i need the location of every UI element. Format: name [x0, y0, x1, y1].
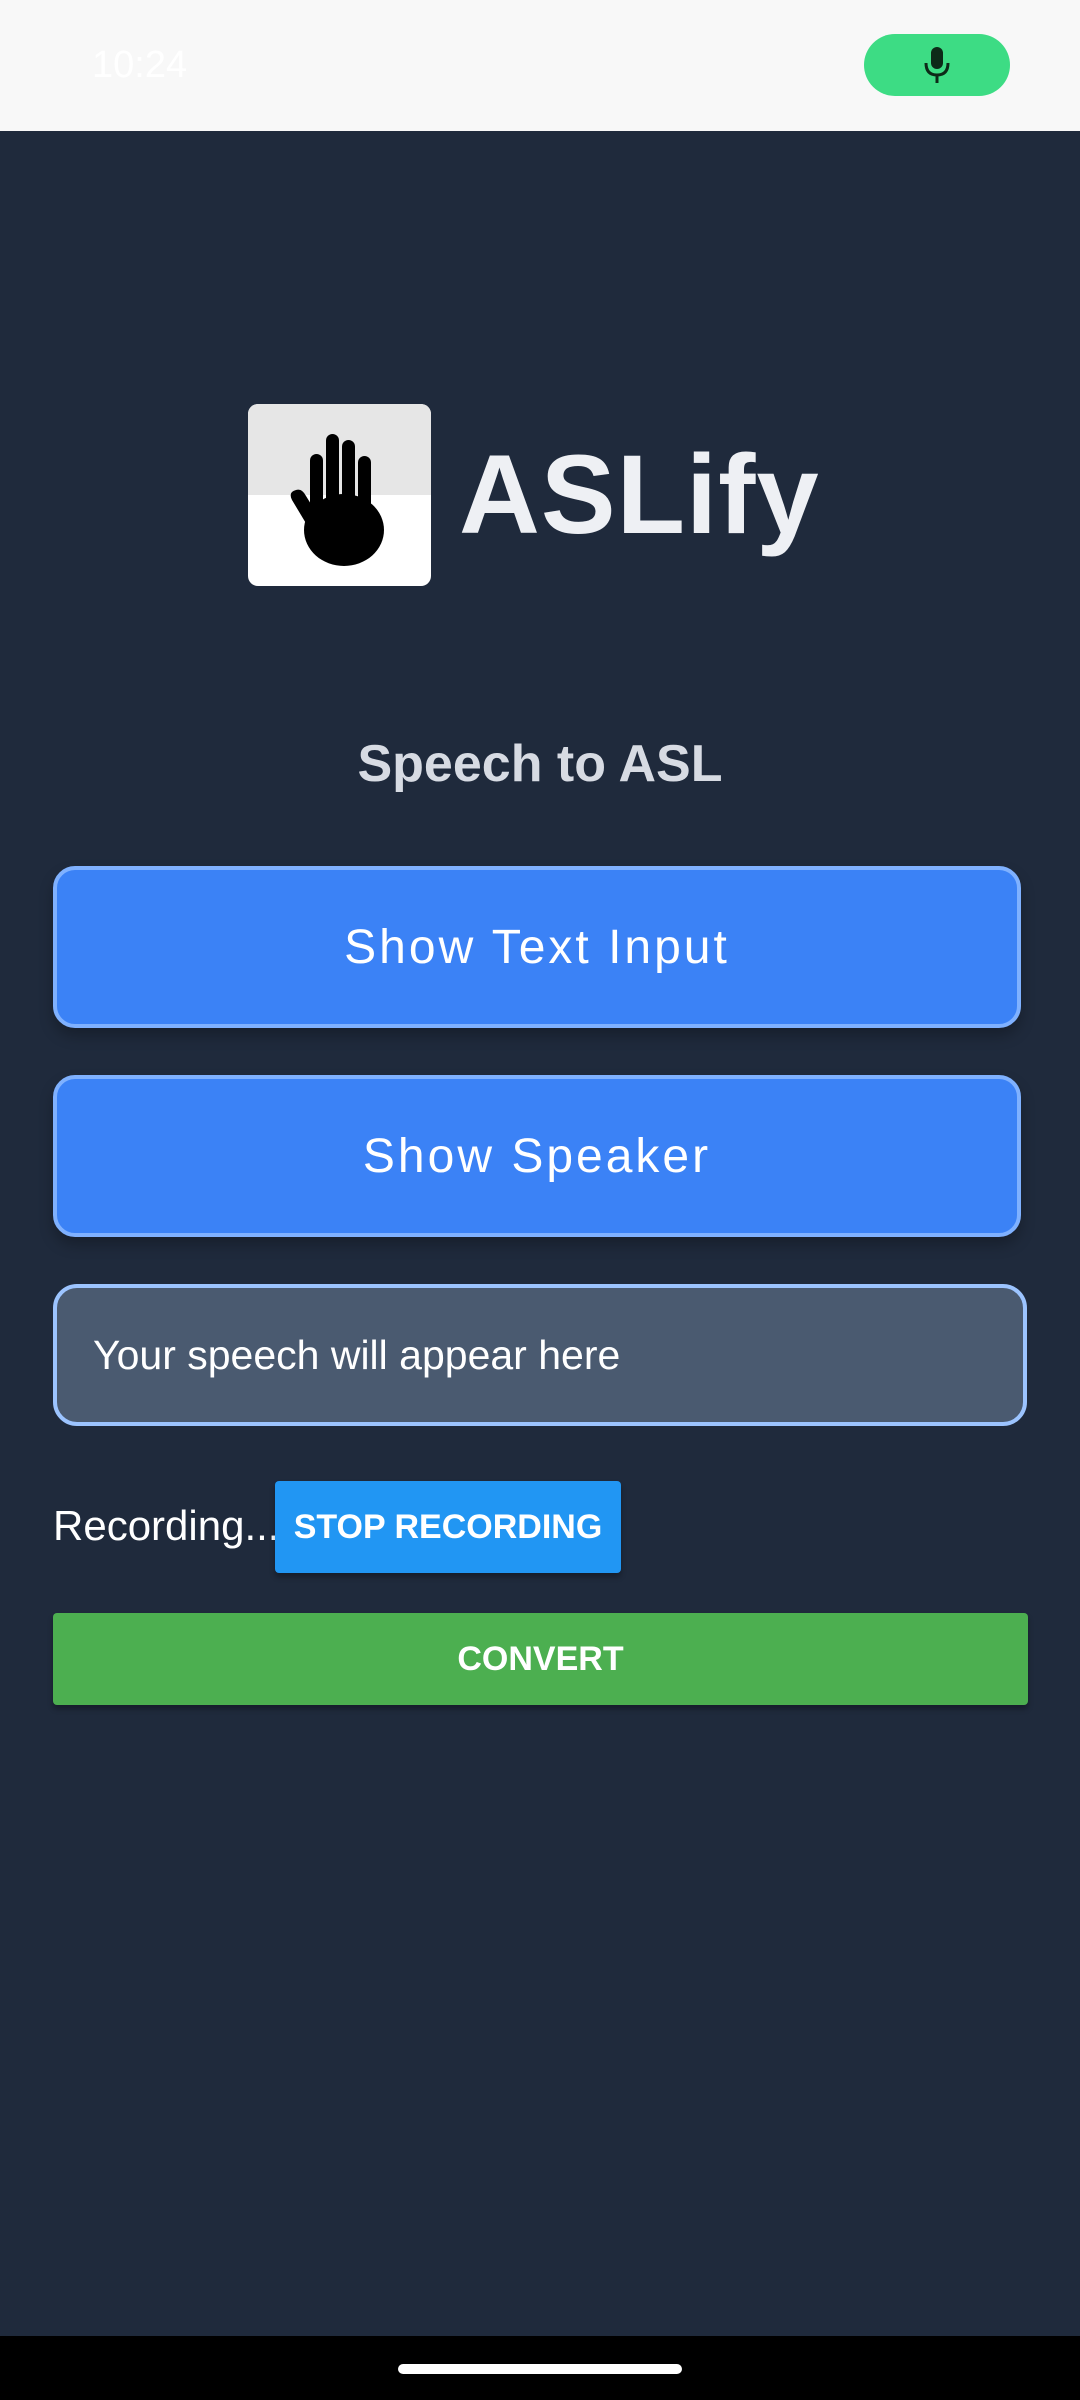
app-screen: 10:24 ASLify Speech to ASL Show Text Inp…: [0, 0, 1080, 2400]
recording-status: Recording...: [53, 1502, 280, 1549]
stop-recording-button[interactable]: STOP RECORDING: [275, 1481, 621, 1573]
status-time: 10:24: [92, 44, 188, 86]
home-gesture-handle[interactable]: [398, 2364, 682, 2374]
app-logo: [248, 404, 431, 586]
microphone-icon: [924, 47, 950, 83]
show-speaker-button[interactable]: Show Speaker: [53, 1075, 1021, 1237]
app-title: ASLify: [459, 432, 820, 557]
raised-hand-icon: [290, 434, 384, 566]
status-bar: 10:24: [0, 0, 1080, 131]
navigation-bar: [0, 2336, 1080, 2400]
speech-output-field[interactable]: Your speech will appear here: [53, 1284, 1027, 1426]
app-header: ASLify: [248, 404, 820, 586]
mic-indicator[interactable]: [864, 34, 1010, 96]
show-text-input-button[interactable]: Show Text Input: [53, 866, 1021, 1028]
page-subtitle: Speech to ASL: [357, 735, 723, 793]
convert-button[interactable]: CONVERT: [53, 1613, 1028, 1705]
